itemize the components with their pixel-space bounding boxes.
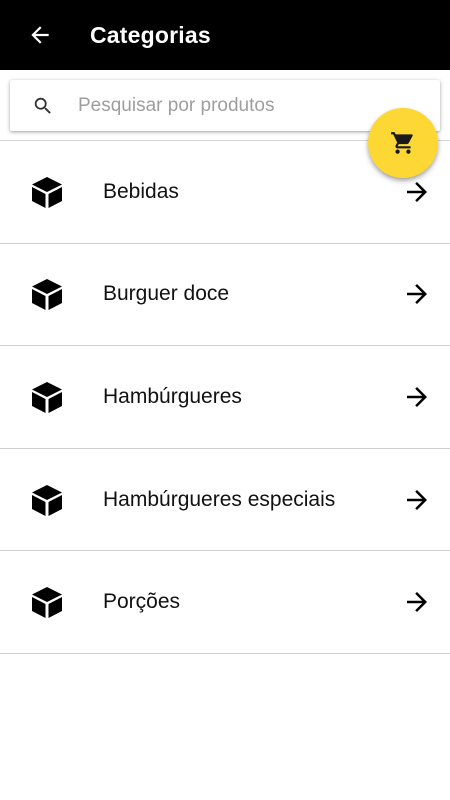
category-label: Bebidas bbox=[103, 179, 179, 203]
cube-icon bbox=[32, 381, 62, 413]
arrow-right-icon bbox=[407, 181, 427, 202]
cube-icon bbox=[32, 484, 62, 516]
arrow-right-icon bbox=[407, 592, 427, 613]
search-icon bbox=[34, 97, 51, 114]
cube-icon bbox=[32, 176, 62, 208]
category-label: Hambúrgueres bbox=[103, 384, 242, 408]
category-label: Hambúrgueres especiais bbox=[103, 487, 336, 511]
list-item-category[interactable]: Hambúrgueres especiais bbox=[0, 449, 450, 552]
app-bar: Categorias bbox=[0, 0, 450, 70]
arrow-left-icon bbox=[31, 26, 49, 44]
page-title: Categorias bbox=[90, 22, 211, 48]
list-item-category[interactable]: Porções bbox=[0, 551, 450, 654]
category-list: Bebidas Burguer doce Hambúrgueres Hambúr… bbox=[0, 141, 450, 654]
list-item-category[interactable]: Hambúrgueres bbox=[0, 346, 450, 449]
arrow-right-icon bbox=[407, 386, 427, 407]
cube-icon bbox=[32, 279, 62, 311]
arrow-right-icon bbox=[407, 489, 427, 510]
cart-icon bbox=[391, 132, 413, 154]
cube-icon bbox=[32, 587, 62, 619]
list-item-category[interactable]: Burguer doce bbox=[0, 244, 450, 347]
category-label: Burguer doce bbox=[103, 282, 230, 306]
search-input[interactable] bbox=[78, 80, 358, 131]
category-label: Porções bbox=[103, 590, 181, 614]
arrow-right-icon bbox=[407, 284, 427, 305]
cart-button[interactable] bbox=[368, 108, 438, 178]
back-button[interactable] bbox=[22, 17, 58, 53]
